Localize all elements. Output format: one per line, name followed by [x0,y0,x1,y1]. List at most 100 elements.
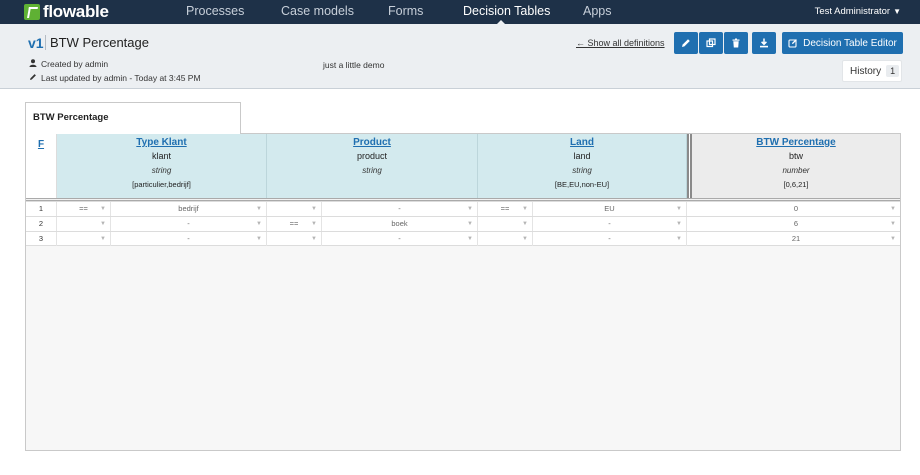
expression-cell[interactable]: - ▼ [111,232,267,246]
expression-value: - [187,219,190,228]
output-column-values: [0,6,21] [783,180,809,189]
show-all-definitions-link[interactable]: ← Show all definitions [576,38,665,48]
flowable-logo[interactable]: flowable [24,2,109,21]
row-number: 1 [26,202,57,216]
chevron-down-icon: ▼ [522,221,528,227]
duplicate-button[interactable] [699,32,723,54]
history-count-badge: 1 [886,65,900,77]
created-by-row: Created by admin [28,59,108,69]
decision-table-editor-label: Decision Table Editor [803,37,897,49]
chevron-down-icon: ▼ [311,206,317,212]
input-column-type: string [362,166,382,175]
chevron-down-icon: ▼ [676,206,682,212]
expression-value: - [187,234,190,243]
trash-icon [731,38,741,48]
chevron-down-icon: ▼ [311,236,317,242]
chevron-down-icon: ▼ [256,206,262,212]
operator-value: == [500,204,510,213]
output-cell[interactable]: 6 ▼ [692,217,900,231]
chevron-down-icon: ▼ [890,221,896,227]
expression-cell[interactable]: boek ▼ [322,217,478,231]
chevron-down-icon: ▼ [256,236,262,242]
history-label: History [850,65,882,77]
chevron-down-icon: ▼ [467,206,473,212]
operator-cell[interactable]: == ▼ [57,202,111,216]
input-column-type: string [572,166,592,175]
input-column-header[interactable]: Product product string [267,134,478,198]
expression-value: - [398,234,401,243]
row-number: 3 [26,232,57,246]
expression-value: boek [391,219,408,228]
expression-cell[interactable]: bedrijf ▼ [111,202,267,216]
output-value: 6 [793,219,799,228]
nav-processes[interactable]: Processes [186,0,244,24]
chevron-down-icon: ▼ [100,206,106,212]
expression-cell[interactable]: - ▼ [111,217,267,231]
input-column-variable: product [356,151,388,161]
expression-cell[interactable]: - ▼ [533,217,687,231]
chevron-down-icon: ▼ [890,236,896,242]
output-column-header[interactable]: BTW Percentage btw number [0,6,21] [692,134,900,198]
chevron-down-icon: ▼ [311,221,317,227]
input-column-header[interactable]: Land land string [BE,EU,non-EU] [478,134,687,198]
output-column-type: number [782,166,810,175]
last-updated-row: Last updated by admin - Today at 3:45 PM [28,73,201,83]
input-column-variable: klant [151,151,171,161]
chevron-down-icon: ▼ [256,221,262,227]
operator-cell[interactable]: == ▼ [478,202,533,216]
row-number: 2 [26,217,57,231]
decision-table-tab: BTW Percentage [25,102,241,134]
history-button[interactable]: History 1 [842,60,902,82]
expression-value: EU [604,204,615,213]
expression-cell[interactable]: EU ▼ [533,202,687,216]
input-column-variable: land [573,151,591,161]
chevron-down-icon: ▼ [676,236,682,242]
hit-policy-cell[interactable]: F [26,134,57,198]
operator-cell[interactable]: == ▼ [267,217,322,231]
expression-value: - [398,204,401,213]
pencil-icon [681,38,691,48]
chevron-down-icon: ▼ [467,221,473,227]
input-column-label: Land [570,137,594,148]
operator-cell[interactable]: ▼ [57,232,111,246]
user-name: Test Administrator [814,6,891,17]
model-description: just a little demo [323,60,385,70]
operator-cell[interactable]: ▼ [478,232,533,246]
table-row: 1 == ▼ bedrijf ▼ ▼ - ▼ == ▼ EU ▼ 0 ▼ [26,201,900,216]
expression-cell[interactable]: - ▼ [322,202,478,216]
chevron-down-icon: ▼ [893,7,901,16]
download-icon [759,38,769,48]
input-column-header[interactable]: Type Klant klant string [particulier,bed… [57,134,267,198]
nav-case-models[interactable]: Case models [281,0,354,24]
operator-cell[interactable]: ▼ [478,217,533,231]
decision-table-editor-button[interactable]: Decision Table Editor [782,32,903,54]
top-navbar: flowable Processes Case models Forms Dec… [0,0,920,24]
edit-button[interactable] [674,32,698,54]
operator-cell[interactable]: ▼ [267,232,322,246]
chevron-down-icon: ▼ [522,236,528,242]
user-menu[interactable]: Test Administrator ▼ [815,0,901,24]
expression-cell[interactable]: - ▼ [322,232,478,246]
output-value: 21 [791,234,801,243]
nav-apps[interactable]: Apps [583,0,612,24]
hit-policy-label: F [37,139,45,150]
operator-value: == [79,204,88,213]
export-button[interactable] [752,32,776,54]
output-cell[interactable]: 0 ▼ [692,202,900,216]
operator-cell[interactable]: ▼ [57,217,111,231]
flowable-logo-icon [24,4,40,20]
chevron-down-icon: ▼ [100,221,106,227]
nav-decision-tables[interactable]: Decision Tables [463,0,550,24]
expression-cell[interactable]: - ▼ [533,232,687,246]
last-updated-text: Last updated by admin - Today at 3:45 PM [41,73,201,83]
operator-cell[interactable]: ▼ [267,202,322,216]
output-cell[interactable]: 21 ▼ [692,232,900,246]
nav-forms[interactable]: Forms [388,0,423,24]
delete-button[interactable] [724,32,748,54]
chevron-down-icon: ▼ [676,221,682,227]
created-by-text: Created by admin [41,59,109,69]
chevron-down-icon: ▼ [100,236,106,242]
chevron-down-icon: ▼ [890,206,896,212]
output-value: 0 [793,204,799,213]
expression-value: - [608,234,611,243]
